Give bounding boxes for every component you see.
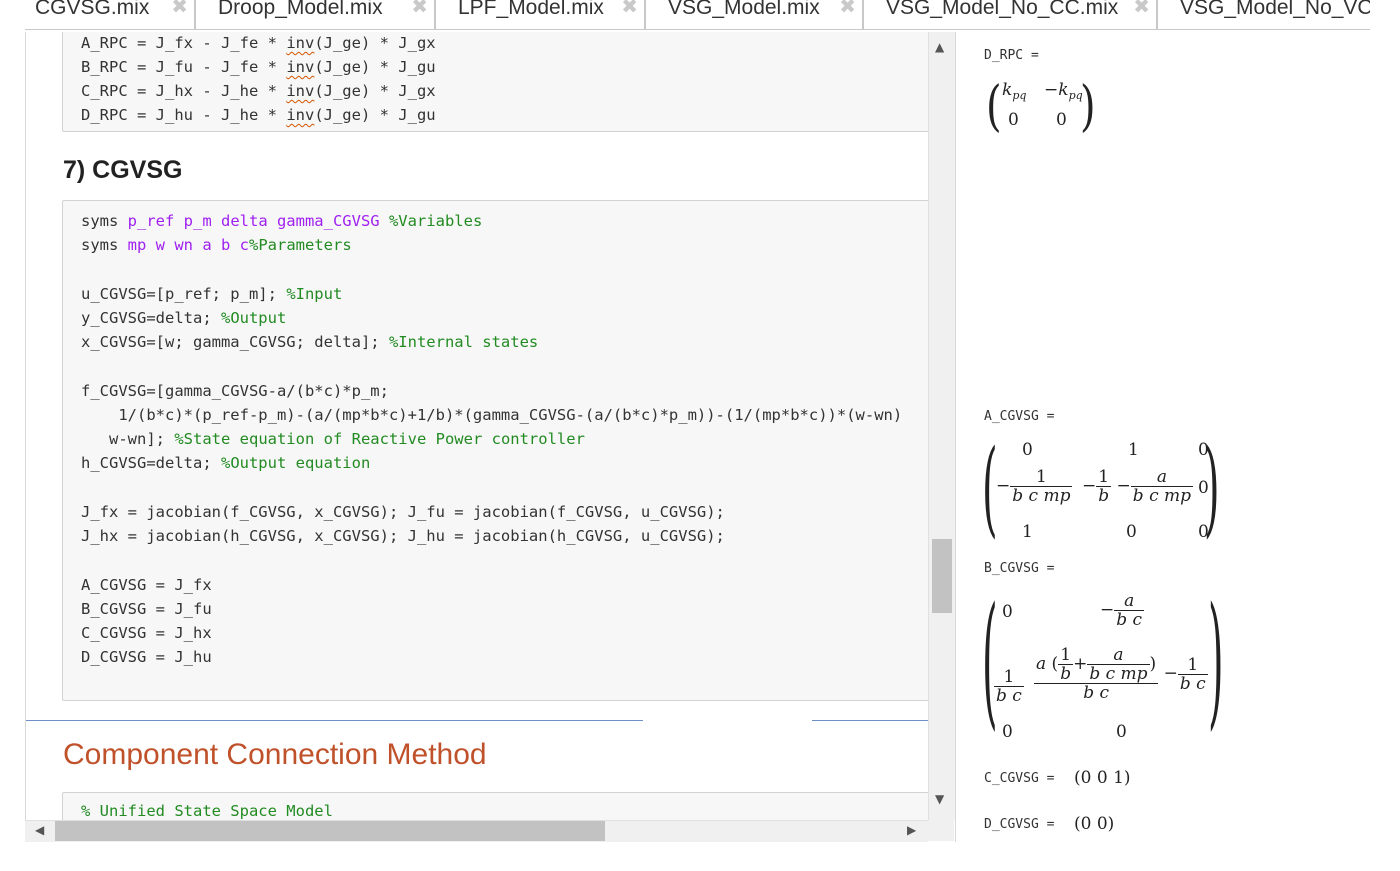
code-cell-cgvsg[interactable]: syms p_ref p_m delta gamma_CGVSG %Variab…: [62, 200, 929, 701]
matrix-entry: −kpq: [1044, 80, 1083, 102]
matrix-entry: 0: [1198, 478, 1209, 498]
matrix-entry: 1: [1128, 440, 1139, 460]
close-icon[interactable]: ✖: [171, 0, 188, 16]
matrix-paren: (: [982, 580, 998, 746]
horizontal-scrollbar[interactable]: ◀ ▶: [25, 820, 928, 842]
matrix-entry: −1 b c mp: [996, 467, 1073, 506]
tab-cgvsg[interactable]: CGVSG.mix ✖: [25, 0, 195, 30]
matrix-paren: ): [1208, 580, 1224, 746]
matrix-entry: − a b c: [1100, 591, 1145, 630]
tab-label: CGVSG.mix: [35, 0, 150, 19]
code-cell-unified[interactable]: % Unified State Space Model: [62, 792, 929, 820]
matrix-entry: 0: [1126, 522, 1137, 542]
matrix-paren: (: [986, 76, 1002, 139]
matrix-entry: 0: [1198, 440, 1209, 460]
section-title: Component Connection Method: [63, 738, 487, 771]
code-line: h_CGVSG=delta; %Output equation: [81, 454, 371, 472]
output-label: B_CGVSG =: [984, 561, 1055, 576]
code-line: B_RPC = J_fu - J_fe * inv(J_ge) * J_gu: [81, 58, 436, 76]
scroll-down-icon[interactable]: ▼: [935, 792, 944, 806]
tab-droop-model[interactable]: Droop_Model.mix ✖: [195, 0, 435, 30]
code-line: A_RPC = J_fx - J_fe * inv(J_ge) * J_gx: [81, 34, 436, 52]
tab-label: LPF_Model.mix: [458, 0, 604, 19]
tab-label: VSG_Model_No_CC.mix: [886, 0, 1119, 19]
scroll-thumb[interactable]: [932, 539, 952, 613]
output-label: D_RPC =: [984, 48, 1039, 63]
matrix-entry: 0: [1002, 722, 1013, 742]
output-value: (0 0): [1074, 814, 1115, 834]
code-line: % Unified State Space Model: [81, 802, 333, 820]
matrix-entry: 0: [1056, 110, 1067, 130]
matrix-entry: a (1 b + a b c mp) b c −1 b c: [1034, 645, 1208, 703]
code-line: y_CGVSG=delta; %Output: [81, 309, 287, 327]
tab-label: Droop_Model.mix: [218, 0, 383, 19]
code-line: A_CGVSG = J_fx: [81, 576, 212, 594]
close-icon[interactable]: ✖: [839, 0, 856, 16]
scroll-left-icon[interactable]: ◀: [35, 823, 44, 837]
code-line: J_fx = jacobian(f_CGVSG, x_CGVSG); J_fu …: [81, 503, 725, 521]
matrix-entry: 1b c: [994, 667, 1024, 706]
tab-vsg-model-no-cc[interactable]: VSG_Model_No_CC.mix ✖: [863, 0, 1157, 30]
matrix-entry: 0: [1116, 722, 1127, 742]
matrix-entry: 0: [1002, 602, 1013, 622]
tab-label: VSG_Model_No_VC.mix: [1180, 0, 1370, 19]
code-line: u_CGVSG=[p_ref; p_m]; %Input: [81, 285, 343, 303]
code-line: D_CGVSG = J_hu: [81, 648, 212, 666]
tab-lpf-model[interactable]: LPF_Model.mix ✖: [435, 0, 645, 30]
output-label: D_CGVSG =: [984, 817, 1055, 832]
vertical-scrollbar[interactable]: ▲ ▼: [928, 32, 955, 820]
output-label: C_CGVSG =: [984, 771, 1055, 786]
code-line: 1/(b*c)*(p_ref-p_m)-(a/(mp*b*c)+1/b)*(ga…: [81, 406, 903, 424]
section-divider: [812, 720, 929, 721]
code-line: C_CGVSG = J_hx: [81, 624, 212, 642]
section-divider: [26, 720, 643, 721]
matrix-entry: 0: [1008, 110, 1019, 130]
output-panel: D_RPC = ( ) kpq −kpq 0 0 A_CGVSG = ( ) 0…: [955, 32, 1400, 842]
matrix-entry: −1 b − a b c mp: [1082, 467, 1194, 506]
section-heading: 7) CGVSG: [63, 156, 183, 184]
code-line: J_hx = jacobian(h_CGVSG, x_CGVSG); J_hu …: [81, 527, 725, 545]
code-line: B_CGVSG = J_fu: [81, 600, 212, 618]
tab-vsg-model-no-vc[interactable]: VSG_Model_No_VC.mix: [1157, 0, 1370, 30]
code-line: x_CGVSG=[w; gamma_CGVSG; delta]; %Intern…: [81, 333, 539, 351]
scroll-thumb[interactable]: [55, 821, 605, 841]
matrix-entry: kpq: [1002, 80, 1027, 102]
matrix-entry: 1: [1022, 522, 1033, 542]
close-icon[interactable]: ✖: [411, 0, 428, 16]
scroll-right-icon[interactable]: ▶: [907, 823, 916, 837]
scrollbar-corner: [928, 820, 954, 841]
output-label: A_CGVSG =: [984, 409, 1055, 424]
live-editor[interactable]: A_RPC = J_fx - J_fe * inv(J_ge) * J_gx B…: [25, 32, 929, 820]
code-line: syms mp w wn a b c%Parameters: [81, 236, 352, 254]
matrix-entry: 0: [1022, 440, 1033, 460]
code-line: D_RPC = J_hu - J_he * inv(J_ge) * J_gu: [81, 106, 436, 124]
tab-bar: CGVSG.mix ✖ Droop_Model.mix ✖ LPF_Model.…: [25, 0, 1370, 32]
code-line: syms p_ref p_m delta gamma_CGVSG %Variab…: [81, 212, 483, 230]
code-line: C_RPC = J_hx - J_he * inv(J_ge) * J_gx: [81, 82, 436, 100]
code-line: w-wn]; %State equation of Reactive Power…: [81, 430, 585, 448]
tab-vsg-model[interactable]: VSG_Model.mix ✖: [645, 0, 863, 30]
close-icon[interactable]: ✖: [1133, 0, 1150, 16]
code-line: f_CGVSG=[gamma_CGVSG-a/(b*c)*p_m;: [81, 382, 389, 400]
code-cell-rpc[interactable]: A_RPC = J_fx - J_fe * inv(J_ge) * J_gx B…: [62, 32, 929, 132]
output-value: (0 0 1): [1074, 768, 1131, 788]
tab-label: VSG_Model.mix: [668, 0, 820, 19]
matrix-entry: 0: [1198, 522, 1209, 542]
close-icon[interactable]: ✖: [621, 0, 638, 16]
scroll-up-icon[interactable]: ▲: [935, 40, 944, 54]
